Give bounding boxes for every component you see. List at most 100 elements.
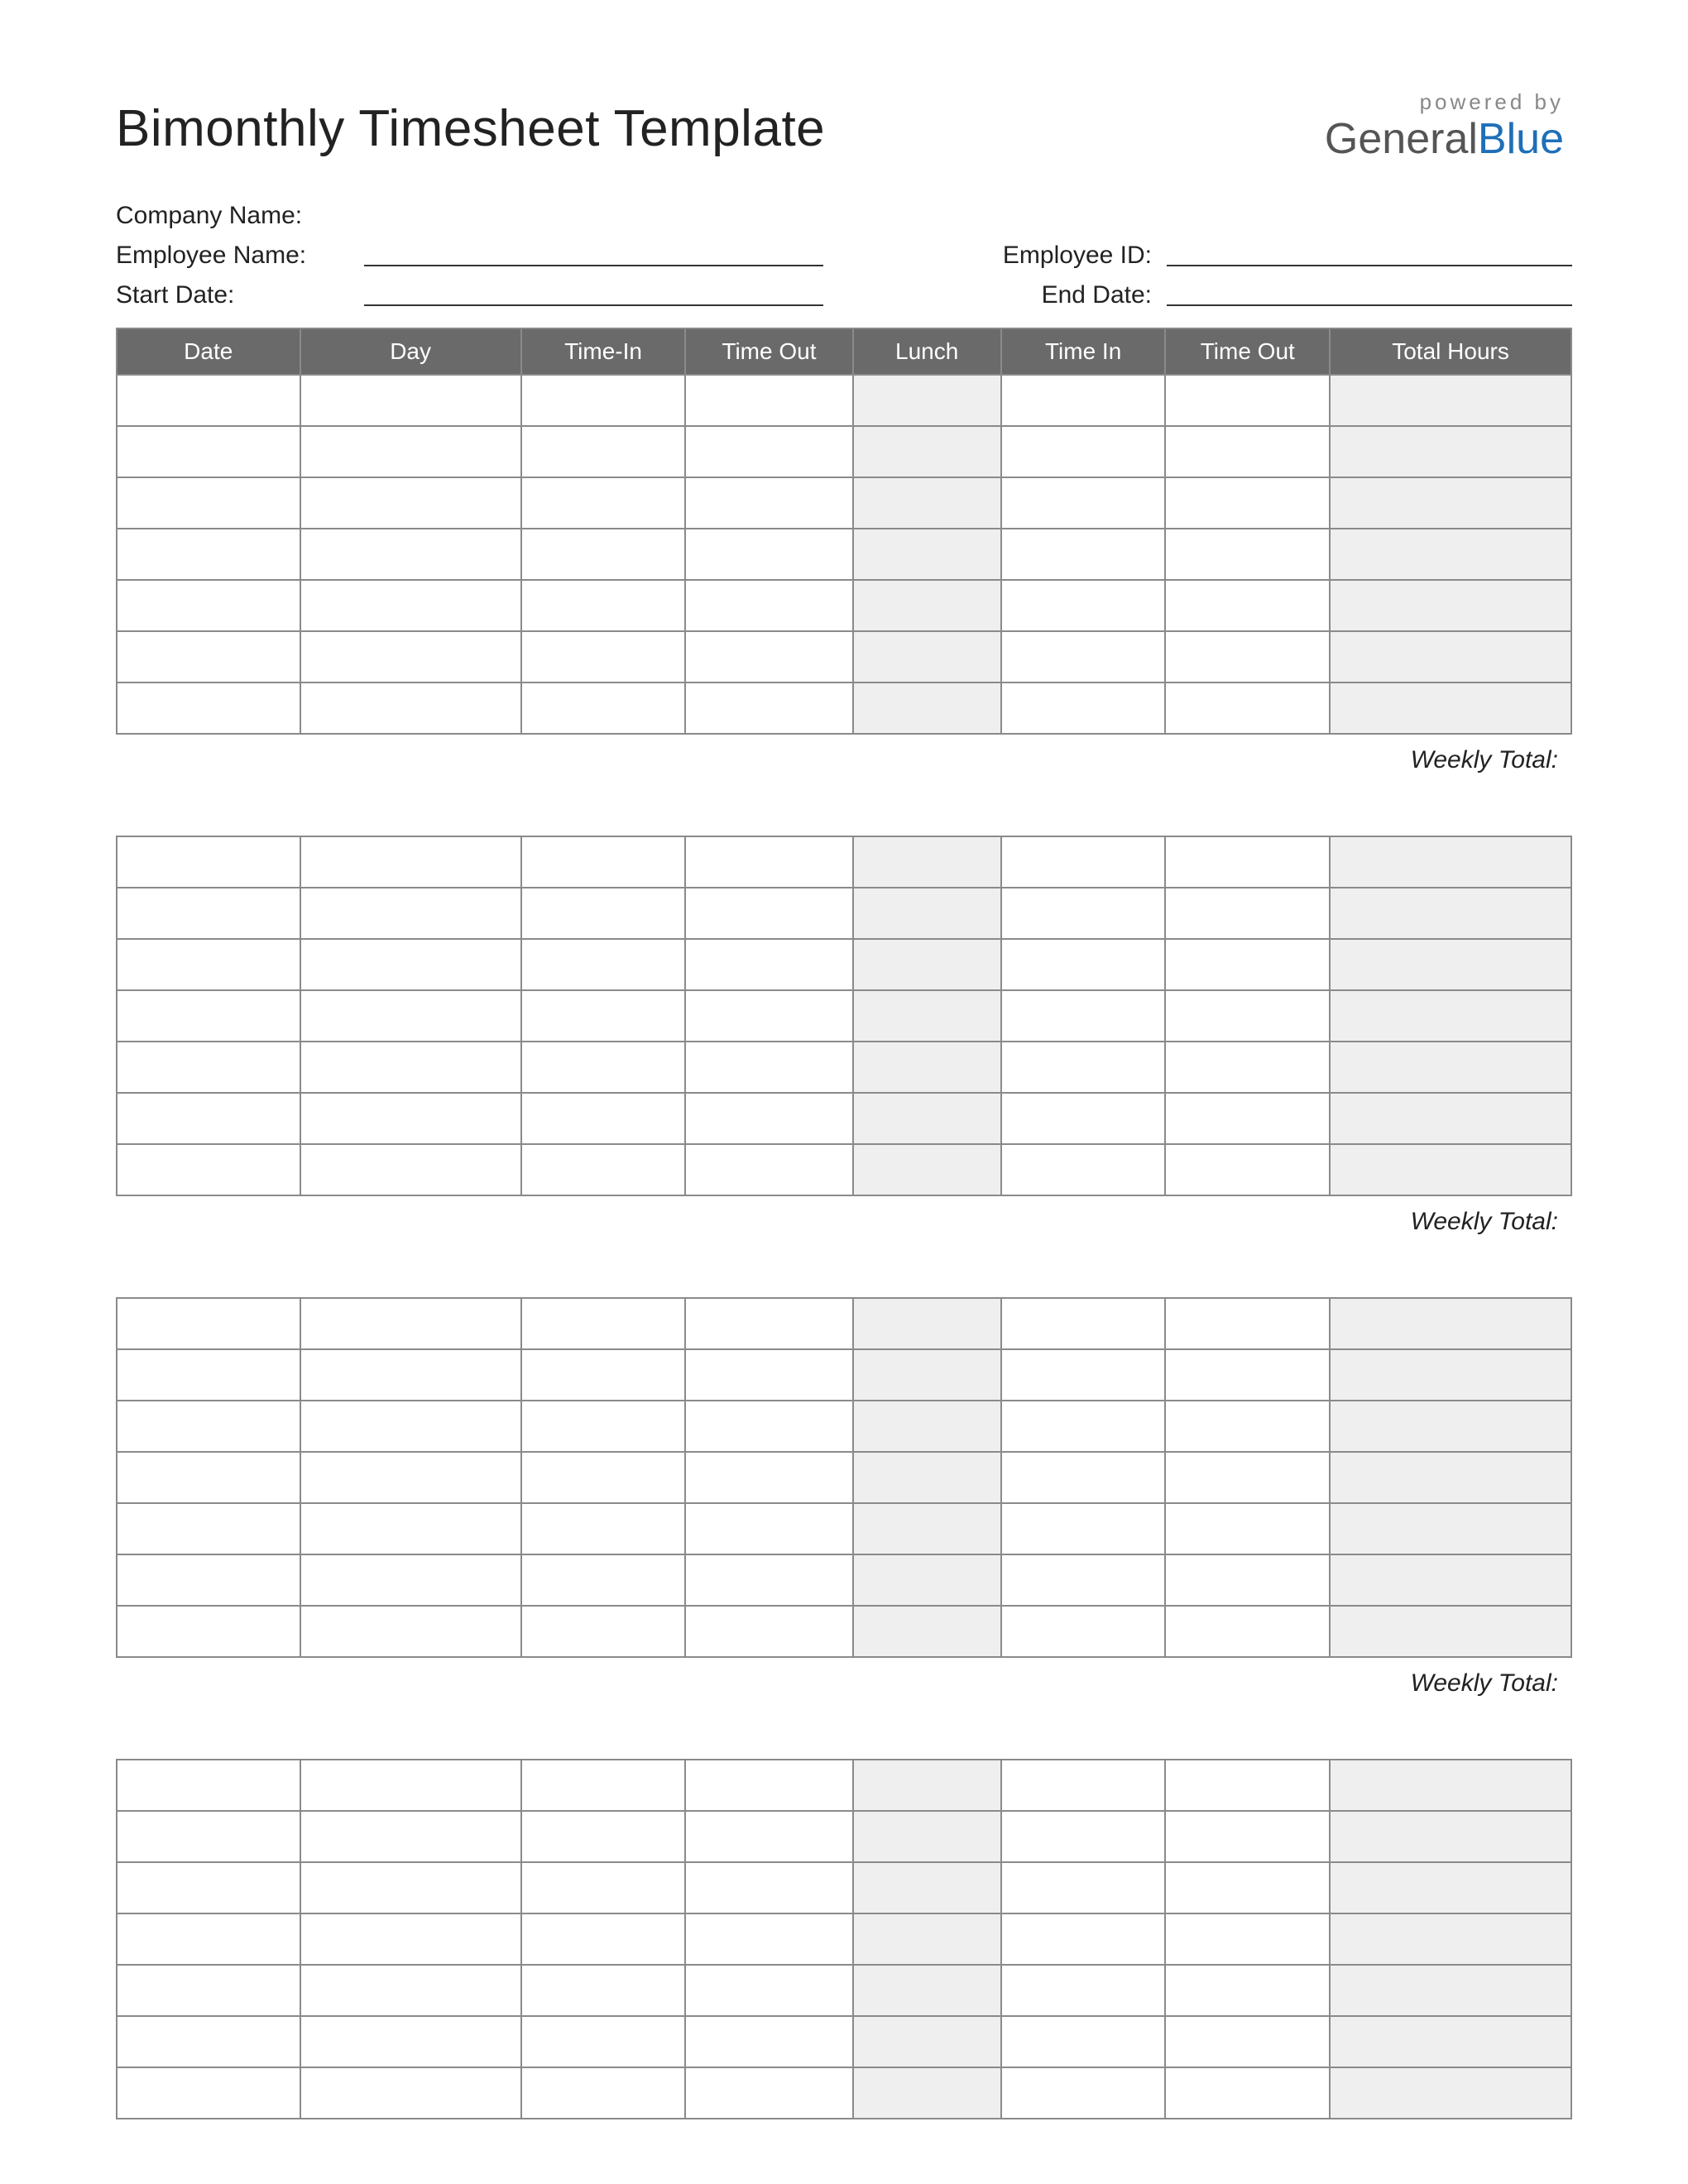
cell[interactable] <box>685 990 852 1042</box>
cell[interactable] <box>521 1042 686 1093</box>
cell[interactable] <box>521 1093 686 1144</box>
cell[interactable] <box>117 1093 300 1144</box>
cell[interactable] <box>300 477 521 529</box>
cell[interactable] <box>1165 2067 1330 2119</box>
cell[interactable] <box>1330 1144 1571 1195</box>
cell[interactable] <box>300 1042 521 1093</box>
cell[interactable] <box>853 939 1001 990</box>
cell[interactable] <box>300 426 521 477</box>
cell[interactable] <box>685 1862 852 1913</box>
cell[interactable] <box>1165 1093 1330 1144</box>
cell[interactable] <box>300 1144 521 1195</box>
cell[interactable] <box>853 2067 1001 2119</box>
cell[interactable] <box>853 1503 1001 1554</box>
cell[interactable] <box>300 836 521 888</box>
cell[interactable] <box>853 1452 1001 1503</box>
cell[interactable] <box>117 888 300 939</box>
cell[interactable] <box>300 375 521 426</box>
cell[interactable] <box>117 1965 300 2016</box>
cell[interactable] <box>117 1042 300 1093</box>
cell[interactable] <box>521 1913 686 1965</box>
cell[interactable] <box>117 1606 300 1657</box>
cell[interactable] <box>117 1452 300 1503</box>
cell[interactable] <box>1001 939 1166 990</box>
cell[interactable] <box>1001 580 1166 631</box>
cell[interactable] <box>685 1401 852 1452</box>
cell[interactable] <box>685 1452 852 1503</box>
cell[interactable] <box>685 1811 852 1862</box>
cell[interactable] <box>521 529 686 580</box>
cell[interactable] <box>1001 1606 1166 1657</box>
cell[interactable] <box>1330 1401 1571 1452</box>
cell[interactable] <box>1165 1862 1330 1913</box>
cell[interactable] <box>521 1965 686 2016</box>
cell[interactable] <box>117 1503 300 1554</box>
cell[interactable] <box>1330 1554 1571 1606</box>
cell[interactable] <box>1001 682 1166 734</box>
cell[interactable] <box>853 1042 1001 1093</box>
cell[interactable] <box>1001 1811 1166 1862</box>
cell[interactable] <box>1001 1913 1166 1965</box>
cell[interactable] <box>1165 580 1330 631</box>
cell[interactable] <box>1165 2016 1330 2067</box>
cell[interactable] <box>117 1554 300 1606</box>
cell[interactable] <box>685 1298 852 1349</box>
cell[interactable] <box>117 1401 300 1452</box>
cell[interactable] <box>685 529 852 580</box>
cell[interactable] <box>1001 529 1166 580</box>
cell[interactable] <box>521 1349 686 1401</box>
cell[interactable] <box>853 1554 1001 1606</box>
cell[interactable] <box>1330 375 1571 426</box>
cell[interactable] <box>853 1606 1001 1657</box>
cell[interactable] <box>853 888 1001 939</box>
cell[interactable] <box>853 631 1001 682</box>
cell[interactable] <box>1165 888 1330 939</box>
cell[interactable] <box>300 2067 521 2119</box>
cell[interactable] <box>1330 939 1571 990</box>
cell[interactable] <box>117 529 300 580</box>
end-date-input[interactable] <box>1167 304 1572 306</box>
cell[interactable] <box>853 1093 1001 1144</box>
cell[interactable] <box>300 1606 521 1657</box>
cell[interactable] <box>521 682 686 734</box>
cell[interactable] <box>1001 1760 1166 1811</box>
cell[interactable] <box>1165 1760 1330 1811</box>
cell[interactable] <box>521 1554 686 1606</box>
cell[interactable] <box>685 1503 852 1554</box>
cell[interactable] <box>1165 682 1330 734</box>
cell[interactable] <box>117 836 300 888</box>
cell[interactable] <box>853 1760 1001 1811</box>
cell[interactable] <box>1165 836 1330 888</box>
cell[interactable] <box>1165 1554 1330 1606</box>
cell[interactable] <box>1001 1554 1166 1606</box>
cell[interactable] <box>853 1401 1001 1452</box>
cell[interactable] <box>521 1452 686 1503</box>
cell[interactable] <box>117 1349 300 1401</box>
cell[interactable] <box>117 477 300 529</box>
cell[interactable] <box>853 2016 1001 2067</box>
cell[interactable] <box>685 631 852 682</box>
cell[interactable] <box>1001 426 1166 477</box>
cell[interactable] <box>1330 1503 1571 1554</box>
cell[interactable] <box>521 990 686 1042</box>
cell[interactable] <box>1330 1811 1571 1862</box>
cell[interactable] <box>1001 1862 1166 1913</box>
cell[interactable] <box>1165 375 1330 426</box>
cell[interactable] <box>300 888 521 939</box>
cell[interactable] <box>1165 1965 1330 2016</box>
cell[interactable] <box>685 1144 852 1195</box>
cell[interactable] <box>1330 836 1571 888</box>
cell[interactable] <box>521 1760 686 1811</box>
cell[interactable] <box>300 2016 521 2067</box>
cell[interactable] <box>1001 1144 1166 1195</box>
cell[interactable] <box>1165 1401 1330 1452</box>
cell[interactable] <box>1001 1452 1166 1503</box>
cell[interactable] <box>685 888 852 939</box>
cell[interactable] <box>117 1760 300 1811</box>
cell[interactable] <box>853 990 1001 1042</box>
cell[interactable] <box>1001 1093 1166 1144</box>
cell[interactable] <box>300 1965 521 2016</box>
cell[interactable] <box>853 375 1001 426</box>
cell[interactable] <box>117 1144 300 1195</box>
cell[interactable] <box>1001 2067 1166 2119</box>
